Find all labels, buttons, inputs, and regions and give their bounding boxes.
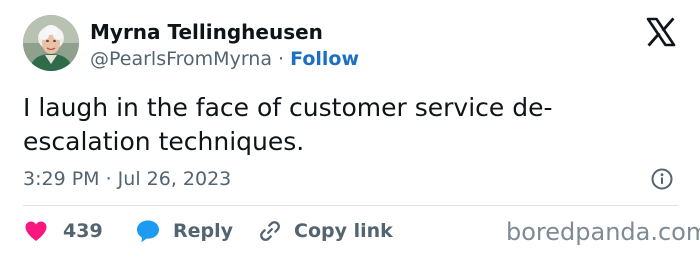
info-icon[interactable] bbox=[651, 168, 673, 190]
copy-link-button[interactable]: Copy link bbox=[258, 217, 393, 245]
tweet-text: I laugh in the face of customer service … bbox=[23, 91, 663, 159]
separator-dot: · bbox=[278, 48, 285, 70]
reply-button[interactable]: Reply bbox=[135, 217, 233, 245]
speech-bubble-icon bbox=[137, 220, 159, 243]
watermark: boredpanda.com bbox=[506, 218, 700, 246]
like-count: 439 bbox=[63, 220, 103, 242]
tweet-timestamp[interactable]: 3:29 PM · Jul 26, 2023 bbox=[23, 166, 231, 192]
author-name[interactable]: Myrna Tellingheusen bbox=[90, 20, 323, 44]
author-handle[interactable]: @PearlsFromMyrna bbox=[90, 48, 272, 70]
tweet-text-line-2: escalation techniques. bbox=[23, 127, 305, 156]
reply-label: Reply bbox=[173, 220, 234, 242]
tweet-text-line-1: I laugh in the face of customer service … bbox=[23, 93, 553, 122]
copy-link-label: Copy link bbox=[294, 220, 393, 242]
avatar[interactable] bbox=[23, 15, 79, 71]
like-button[interactable]: 439 bbox=[23, 217, 103, 245]
author-handle-row: @PearlsFromMyrna · Follow bbox=[90, 46, 359, 72]
x-logo-icon[interactable] bbox=[646, 17, 676, 47]
link-icon bbox=[260, 221, 280, 241]
heart-icon bbox=[25, 221, 47, 241]
divider bbox=[23, 205, 678, 206]
follow-button[interactable]: Follow bbox=[290, 48, 359, 70]
